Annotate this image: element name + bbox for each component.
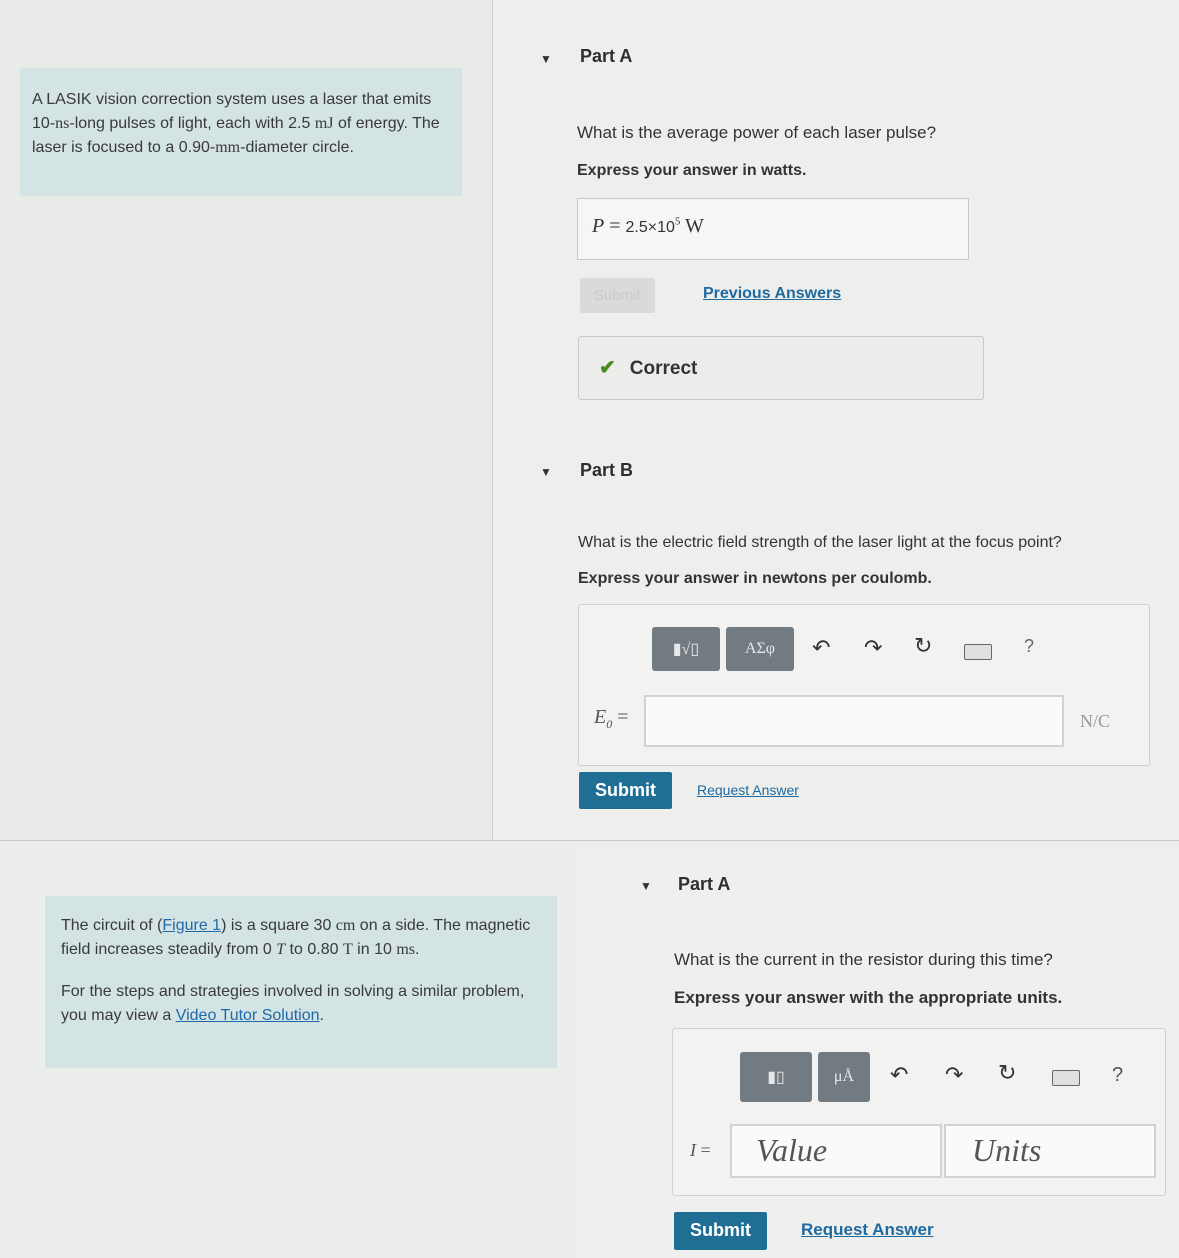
part-a1-submit-button[interactable]: Submit bbox=[580, 278, 655, 313]
part-a2-collapse-icon[interactable]: ▼ bbox=[640, 879, 652, 893]
part-b-collapse-icon[interactable]: ▼ bbox=[540, 465, 552, 479]
video-tutor-link[interactable]: Video Tutor Solution bbox=[176, 1007, 320, 1024]
part-b-title[interactable]: Part B bbox=[580, 460, 633, 481]
keyboard-icon[interactable] bbox=[1052, 1070, 1080, 1086]
part-a1-feedback: ✔ Correct bbox=[578, 336, 984, 400]
redo-icon[interactable]: ↷ bbox=[945, 1062, 963, 1088]
part-a1-question: What is the average power of each laser … bbox=[577, 123, 937, 142]
reset-icon[interactable]: ↻ bbox=[998, 1060, 1016, 1086]
part-a2-submit-button[interactable]: Submit bbox=[674, 1212, 767, 1250]
answer-variable: P bbox=[592, 215, 605, 237]
problem2-help-text: For the steps and strategies involved in… bbox=[61, 983, 525, 1024]
part-b-answer-input[interactable] bbox=[644, 695, 1064, 747]
part-b-answer-label: E0 = bbox=[594, 706, 629, 731]
part-a1-title[interactable]: Part A bbox=[580, 46, 632, 67]
undo-icon[interactable]: ↶ bbox=[890, 1062, 908, 1088]
units-placeholder: Units bbox=[972, 1132, 1042, 1168]
part-a2-request-answer-link[interactable]: Request Answer bbox=[801, 1220, 934, 1240]
undo-icon[interactable]: ↶ bbox=[812, 635, 830, 661]
value-placeholder: Value bbox=[756, 1132, 828, 1168]
units-symbols-button[interactable]: μÅ bbox=[818, 1052, 870, 1102]
part-b-instruction: Express your answer in newtons per coulo… bbox=[578, 570, 932, 587]
part-a1-answer-display: P = 2.5×105 W bbox=[577, 198, 969, 260]
symbols-button[interactable]: ΑΣφ bbox=[726, 627, 794, 671]
redo-icon[interactable]: ↷ bbox=[864, 635, 882, 661]
part-a2-title[interactable]: Part A bbox=[678, 874, 730, 895]
part-b-request-answer-link[interactable]: Request Answer bbox=[697, 782, 799, 798]
help-icon[interactable]: ? bbox=[1024, 636, 1034, 657]
reset-icon[interactable]: ↻ bbox=[914, 633, 932, 659]
part-b-submit-button[interactable]: Submit bbox=[579, 772, 672, 809]
part-b-units-label: N/C bbox=[1080, 711, 1111, 731]
templates-button[interactable]: ▮√▯ bbox=[652, 627, 720, 671]
part-a1-instruction: Express your answer in watts. bbox=[577, 162, 807, 179]
previous-answers-link[interactable]: Previous Answers bbox=[703, 285, 841, 303]
problem1-statement: A LASIK vision correction system uses a … bbox=[20, 68, 462, 196]
part-a2-question: What is the current in the resistor duri… bbox=[674, 950, 1053, 969]
part-a2-instruction: Express your answer with the appropriate… bbox=[674, 988, 1063, 1007]
check-icon: ✔ bbox=[599, 357, 616, 379]
part-a1-collapse-icon[interactable]: ▼ bbox=[540, 52, 552, 66]
help-icon[interactable]: ? bbox=[1112, 1064, 1123, 1087]
problem2-description: The circuit of (Figure 1) is a square 30… bbox=[61, 917, 531, 958]
templates-button[interactable]: ▮▯ bbox=[740, 1052, 812, 1102]
keyboard-icon[interactable] bbox=[964, 644, 992, 660]
part-a2-answer-label: I = bbox=[690, 1140, 711, 1160]
problem2-statement: The circuit of (Figure 1) is a square 30… bbox=[45, 896, 557, 1068]
part-b-question: What is the electric field strength of t… bbox=[578, 534, 1062, 551]
figure-1-link[interactable]: Figure 1 bbox=[162, 917, 221, 934]
